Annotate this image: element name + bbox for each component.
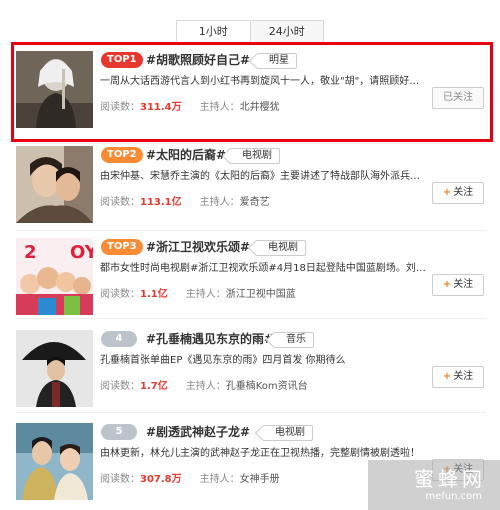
rank-badge: 5 [101,424,137,440]
followed-button[interactable]: 已关注 [432,87,484,109]
divider [16,143,486,144]
topic-description: 由宋仲基、宋慧乔主演的《太阳的后裔》主要讲述了特战部队海外派兵组... [100,171,426,182]
rank-badge: TOP3 [101,239,143,255]
follow-button[interactable]: +关注 [432,182,484,204]
follow-button[interactable]: +关注 [432,366,484,388]
tab-24-hours[interactable]: 24小时 [249,21,323,42]
topic-item-1[interactable]: TOP1 #胡歌照顾好自己# 明星 一周从大话西游代言人到小红书再到旋风十一人，… [16,51,486,141]
rank-badge: 4 [101,331,137,347]
reads-label: 阅读数： [100,102,140,113]
host-label: 主持人： [199,474,240,485]
topic-title[interactable]: #太阳的后裔# [146,146,226,164]
follow-label: 关注 [453,279,474,290]
topic-meta: 阅读数：311.4万 主持人：北井樱犹 [100,101,280,115]
topic-thumbnail[interactable] [16,51,93,128]
category-tag[interactable]: 电视剧 [229,148,280,164]
host-name[interactable]: 浙江卫视中国蓝 [226,289,296,300]
reads-count: 311.4万 [140,102,182,113]
time-range-tabs: 1小时 24小时 [176,20,324,43]
follow-label: 关注 [453,371,474,382]
divider [16,230,486,231]
host-name[interactable]: 女神手册 [240,474,280,485]
host-name[interactable]: 爱奇艺 [240,197,270,208]
category-tag[interactable]: 电视剧 [262,425,313,441]
reads-count: 1.7亿 [140,381,168,392]
topic-item-2[interactable]: TOP2 #太阳的后裔# 电视剧 由宋仲基、宋慧乔主演的《太阳的后裔》主要讲述了… [16,146,486,236]
rank-badge: TOP2 [101,147,143,163]
divider [16,318,486,319]
divider [16,412,486,413]
topic-thumbnail[interactable] [16,146,93,223]
plus-icon: + [442,279,452,290]
host-label: 主持人： [199,102,240,113]
plus-icon: + [442,371,452,382]
host-label: 主持人： [199,197,240,208]
topic-meta: 阅读数：1.7亿 主持人：孔垂楠Kom资讯台 [100,380,308,394]
topic-description: 孔垂楠首张单曲EP《遇见东京的雨》四月首发 你期待么 [100,355,346,366]
rank-badge: TOP1 [101,52,143,68]
topic-item-4[interactable]: 4 #孔垂楠遇见东京的雨# 音乐 孔垂楠首张单曲EP《遇见东京的雨》四月首发 你… [16,330,486,420]
follow-label: 关注 [453,187,474,198]
topic-item-3[interactable]: 2 OY TOP3 #浙江卫视欢乐颂# 电视剧 都市女性时尚电视剧#浙江卫视欢乐颂… [16,238,486,328]
follow-button[interactable]: +关注 [432,274,484,296]
topic-thumbnail[interactable]: 2 OY [16,238,93,315]
svg-text:2: 2 [24,242,37,263]
reads-count: 113.1亿 [140,197,182,208]
host-label: 主持人： [185,289,226,300]
reads-count: 307.8万 [140,474,182,485]
watermark: 蜜蜂网 mefun.com [368,460,500,510]
plus-icon: + [442,187,452,198]
topic-meta: 阅读数：113.1亿 主持人：爱奇艺 [100,196,270,210]
watermark-en: mefun.com [425,491,482,502]
reads-label: 阅读数： [100,197,140,208]
host-name[interactable]: 孔垂楠Kom资讯台 [226,381,308,392]
svg-text:OY: OY [70,242,93,263]
reads-count: 1.1亿 [140,289,168,300]
topic-title[interactable]: #浙江卫视欢乐颂# [146,238,250,256]
topic-title[interactable]: #孔垂楠遇见东京的雨# [146,330,274,348]
tab-1-hour[interactable]: 1小时 [177,21,250,42]
topic-meta: 阅读数：1.1亿 主持人：浙江卫视中国蓝 [100,288,296,302]
category-tag[interactable]: 明星 [256,53,297,69]
topic-thumbnail[interactable] [16,423,93,500]
topic-title[interactable]: #剧透武神赵子龙# [146,423,250,441]
watermark-cn: 蜜蜂网 [414,467,486,491]
topic-description: 都市女性时尚电视剧#浙江卫视欢乐颂#4月18日起登陆中国蓝剧场。刘涛、... [100,263,426,274]
reads-label: 阅读数： [100,289,140,300]
topic-description: 由林更新，林允儿主演的武神赵子龙正在卫视热播，完整剧情被剧透啦！ [100,448,420,459]
host-name[interactable]: 北井樱犹 [240,102,280,113]
category-tag[interactable]: 电视剧 [255,240,306,256]
topic-title[interactable]: #胡歌照顾好自己# [146,51,250,69]
reads-label: 阅读数： [100,381,140,392]
topic-thumbnail[interactable] [16,330,93,407]
reads-label: 阅读数： [100,474,140,485]
topic-description: 一周从大话西游代言人到小红书再到旋风十一人，敬业"胡"，请照顾好自... [100,76,426,87]
category-tag[interactable]: 音乐 [273,332,314,348]
topic-meta: 阅读数：307.8万 主持人：女神手册 [100,473,280,487]
host-label: 主持人： [185,381,226,392]
